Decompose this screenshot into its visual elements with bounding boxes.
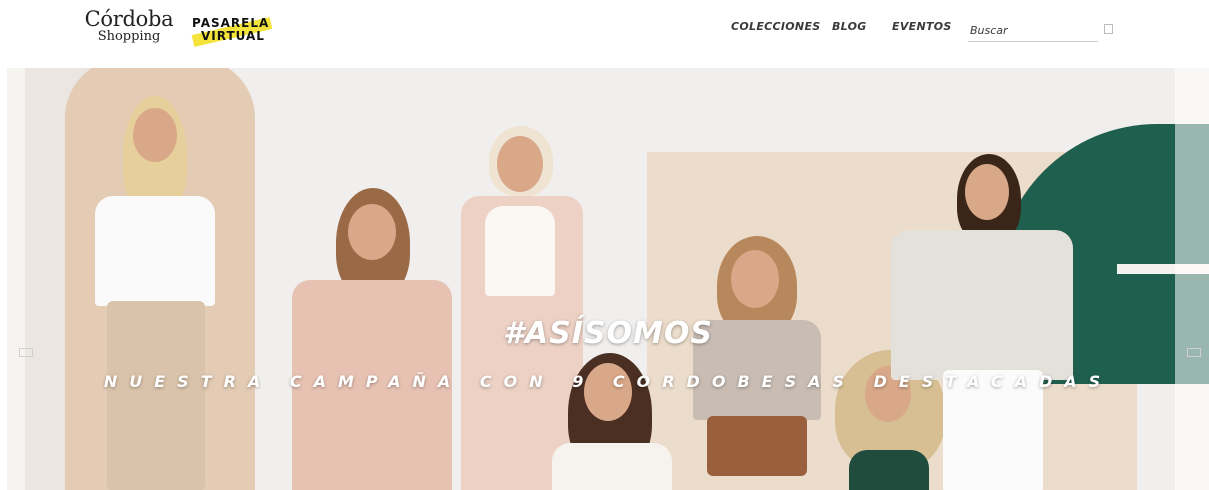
carousel-edge-left xyxy=(7,68,25,490)
cordoba-shopping-logo[interactable]: Córdoba Shopping xyxy=(84,8,174,52)
search-input[interactable] xyxy=(968,19,1098,42)
hero-subtitle: NUESTRA CAMPAÑA CON 9 CORDOBESAS DESTACA… xyxy=(103,372,1113,391)
hero-title: #ASÍSOMOS xyxy=(503,316,713,351)
nav-colecciones[interactable]: COLECCIONES xyxy=(731,20,820,40)
model-figure xyxy=(687,236,827,490)
logo-line-1: Córdoba xyxy=(84,7,174,31)
pasarela-logo-line-1: PASARELA xyxy=(192,16,270,30)
search-icon[interactable] xyxy=(1104,24,1113,34)
site-header: Córdoba Shopping PASARELA VIRTUAL COLECC… xyxy=(0,0,1209,68)
carousel-edge-right xyxy=(1175,68,1209,490)
logo-line-2: Shopping xyxy=(97,29,161,44)
nav-blog[interactable]: BLOG xyxy=(832,20,867,40)
hero-banner: #ASÍSOMOS NUESTRA CAMPAÑA CON 9 CORDOBES… xyxy=(7,68,1209,490)
chevron-left-icon[interactable] xyxy=(19,348,33,357)
model-figure xyxy=(85,96,225,490)
chevron-right-icon[interactable] xyxy=(1187,348,1201,357)
nav-eventos[interactable]: EVENTOS xyxy=(892,20,952,40)
pasarela-logo-line-2: VIRTUAL xyxy=(201,29,265,43)
pasarela-virtual-logo[interactable]: PASARELA VIRTUAL xyxy=(190,14,278,48)
